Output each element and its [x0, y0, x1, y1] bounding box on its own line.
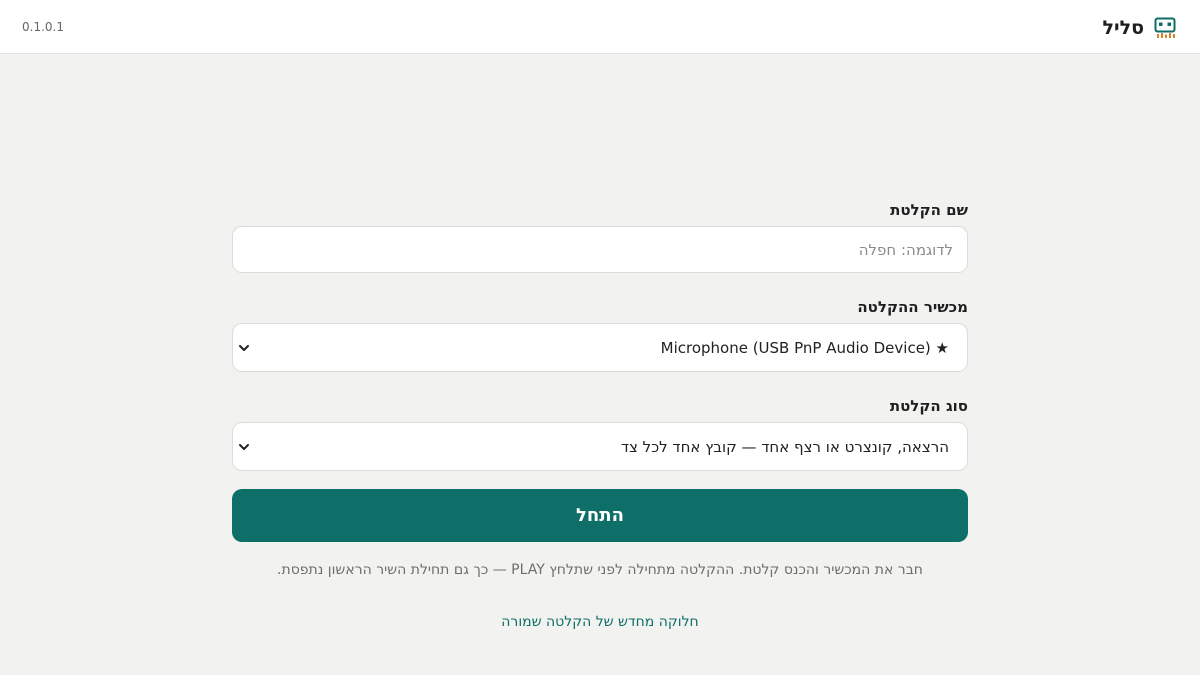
- instructions-text: חבר את המכשיר והכנס קלטת. ההקלטה מתחילה …: [277, 562, 923, 578]
- tape-type-select[interactable]: הרצאה, קונצרט או רצף אחד — קובץ אחד לכל …: [232, 422, 968, 471]
- recording-form: שם הקלטת מכשיר ההקלטה ★ Microphone (USB …: [232, 196, 968, 542]
- device-label: מכשיר ההקלטה: [857, 298, 968, 316]
- top-bar: 0.1.0.1 סליל: [0, 0, 1200, 54]
- device-select-value: ★ Microphone (USB PnP Audio Device): [660, 339, 949, 357]
- tape-name-input[interactable]: [232, 226, 968, 273]
- chevron-down-icon: [239, 444, 249, 450]
- app-name: סליל: [1102, 17, 1145, 39]
- tape-name-label: שם הקלטת: [890, 201, 968, 219]
- chevron-down-icon: [239, 345, 249, 351]
- brand: סליל: [1103, 14, 1177, 42]
- reprocess-saved-recording-link[interactable]: חלוקה מחדש של הקלטה שמורה: [232, 614, 968, 630]
- start-button[interactable]: התחל: [232, 489, 968, 542]
- cassette-icon: [1154, 17, 1176, 38]
- app-version: 0.1.0.1: [22, 20, 64, 34]
- tape-type-select-value: הרצאה, קונצרט או רצף אחד — קובץ אחד לכל …: [620, 438, 949, 456]
- device-select[interactable]: ★ Microphone (USB PnP Audio Device): [232, 323, 968, 372]
- tape-type-label: סוג הקלטת: [889, 397, 968, 415]
